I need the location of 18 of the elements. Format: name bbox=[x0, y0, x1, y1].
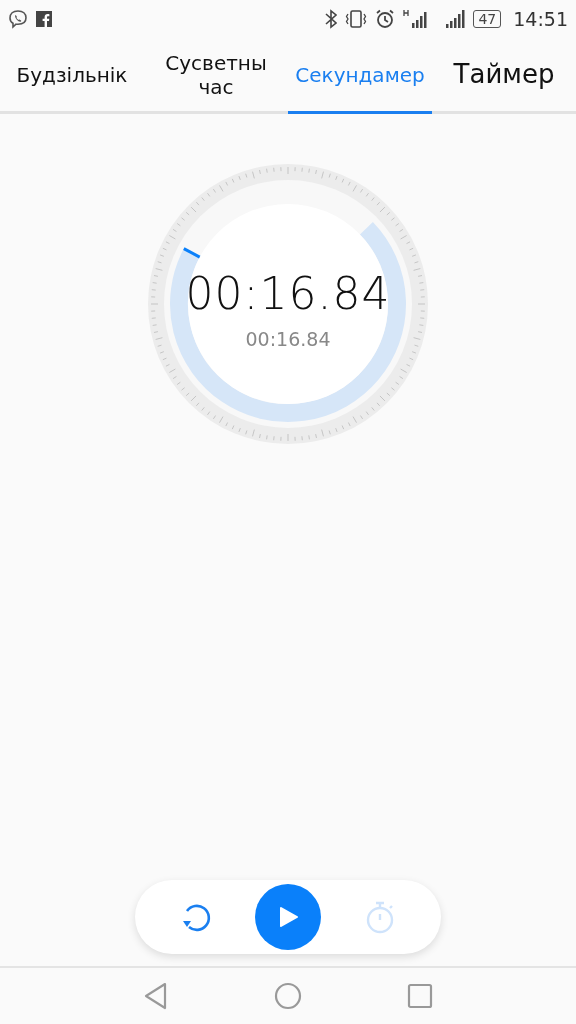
facebook-icon bbox=[36, 11, 52, 27]
alarm-icon bbox=[375, 9, 396, 29]
signal-icon bbox=[445, 9, 466, 29]
tab[interactable]: Секундамер bbox=[288, 38, 432, 114]
status-time: 14:51 bbox=[513, 6, 568, 32]
tab[interactable]: Таймер bbox=[432, 38, 576, 114]
stopwatch-icon bbox=[364, 900, 396, 934]
seconds-hand bbox=[183, 247, 201, 259]
lap-time: 00:16.84 bbox=[245, 330, 331, 349]
signal-icon bbox=[403, 9, 430, 29]
battery-level: 47 bbox=[473, 10, 502, 28]
tab[interactable]: Будзільнік bbox=[0, 38, 144, 114]
tab[interactable]: Сусветны час bbox=[144, 38, 288, 114]
viber-icon bbox=[8, 9, 28, 29]
bluetooth-icon bbox=[325, 9, 338, 29]
play-icon bbox=[277, 905, 299, 929]
elapsed-time: 00:16.84 bbox=[185, 272, 391, 316]
vibrate-icon bbox=[345, 9, 368, 29]
